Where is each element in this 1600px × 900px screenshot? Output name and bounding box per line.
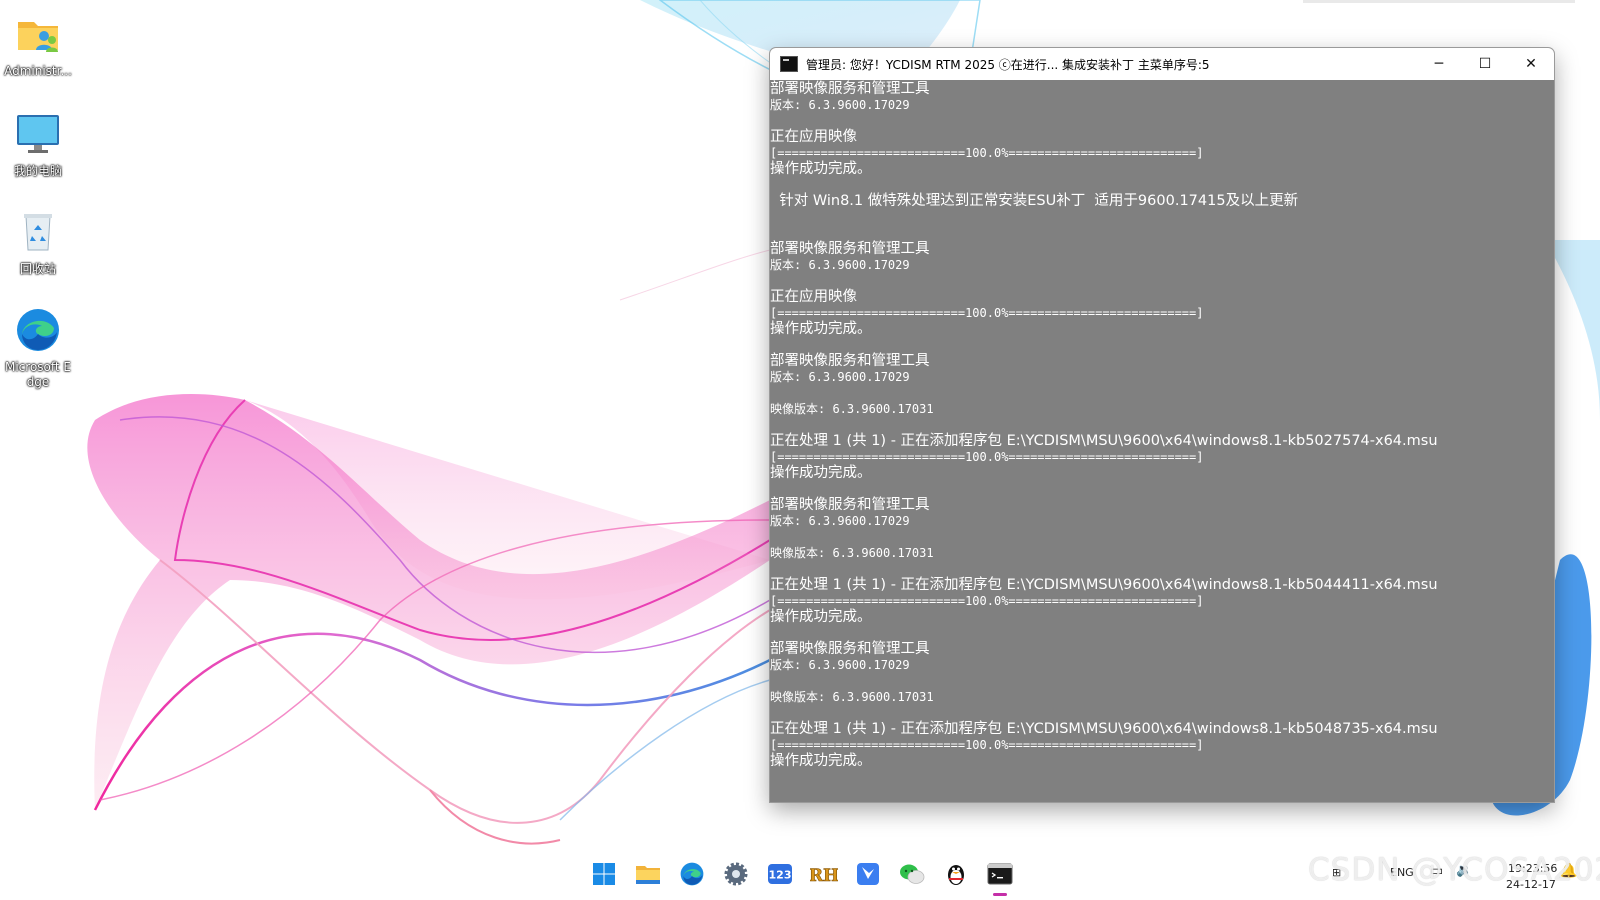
console-line: 版本: 6.3.9600.17029 — [770, 370, 910, 384]
background-window-edge — [1303, 0, 1575, 3]
monitor-icon — [17, 115, 59, 153]
console-line: 操作成功完成。 — [770, 753, 872, 769]
console-app-icon — [780, 56, 798, 72]
console-line: 部署映像服务和管理工具 — [770, 641, 930, 657]
desktop-icon-administrator[interactable]: Administr... — [4, 10, 72, 79]
user-folder-icon — [18, 22, 58, 52]
console-line: 正在处理 1 (共 1) - 正在添加程序包 E:\YCDISM\MSU\960… — [770, 433, 1438, 449]
maximize-button[interactable]: ☐ — [1462, 48, 1508, 80]
svg-text:RH: RH — [810, 866, 838, 886]
console-line: 版本: 6.3.9600.17029 — [770, 258, 910, 272]
console-line: 版本: 6.3.9600.17029 — [770, 514, 910, 528]
taskbar-terminal[interactable] — [984, 858, 1016, 896]
taskbar-rh-app[interactable]: RH — [808, 858, 840, 890]
console-line: 部署映像服务和管理工具 — [770, 81, 930, 97]
desktop-icon-my-computer[interactable]: 我的电脑 — [4, 110, 72, 179]
console-title-bar[interactable]: 管理员: 您好！YCDISM RTM 2025 ⓒ在进行... 集成安装补丁 主… — [770, 48, 1554, 80]
console-line: 版本: 6.3.9600.17029 — [770, 98, 910, 112]
desktop-icon-edge[interactable]: Microsoft Edge — [4, 306, 72, 390]
edge-browser-icon — [680, 862, 704, 886]
console-line: [==========================100.0%=======… — [770, 306, 1204, 320]
console-line: 映像版本: 6.3.9600.17031 — [770, 546, 934, 560]
console-line: 操作成功完成。 — [770, 609, 872, 625]
console-title: 管理员: 您好！YCDISM RTM 2025 ⓒ在进行... 集成安装补丁 主… — [806, 57, 1210, 72]
terminal-icon — [987, 863, 1013, 885]
taskbar-qq[interactable] — [940, 858, 972, 890]
taskbar-kite-app[interactable] — [852, 858, 884, 890]
console-line: 操作成功完成。 — [770, 161, 872, 177]
desktop-icon-label: 回收站 — [19, 262, 56, 276]
console-line: 正在应用映像 — [770, 129, 857, 145]
console-line: 操作成功完成。 — [770, 321, 872, 337]
console-line: [==========================100.0%=======… — [770, 146, 1204, 160]
desktop-icon-label: Microsoft Edge — [4, 360, 71, 389]
desktop-icon-recycle-bin[interactable]: 回收站 — [4, 208, 72, 277]
console-output[interactable]: 部署映像服务和管理工具 版本: 6.3.9600.17029 正在应用映像 [====… — [770, 81, 1554, 801]
recycle-bin-icon — [24, 214, 52, 251]
svg-text:123: 123 — [769, 869, 792, 882]
taskbar-file-explorer[interactable] — [632, 858, 664, 890]
console-line: 部署映像服务和管理工具 — [770, 353, 930, 369]
edge-browser-icon — [17, 309, 59, 351]
rh-app-icon: RH — [810, 866, 838, 886]
gear-icon — [724, 862, 748, 886]
console-line: 针对 Win8.1 做特殊处理达到正常安装ESU补丁 适用于9600.17415… — [770, 193, 1299, 209]
console-line: [==========================100.0%=======… — [770, 738, 1204, 752]
123-app-icon: 123 — [768, 864, 792, 884]
taskbar-edge[interactable] — [676, 858, 708, 890]
qq-penguin-icon — [948, 865, 964, 885]
console-line: 操作成功完成。 — [770, 465, 872, 481]
windows-logo-icon — [593, 863, 615, 885]
console-line: [==========================100.0%=======… — [770, 450, 1204, 464]
watermark-text: CSDN @YCOSA2025 — [1308, 852, 1600, 888]
start-button[interactable] — [588, 858, 620, 890]
wechat-icon — [900, 864, 925, 884]
taskbar-settings[interactable] — [720, 858, 752, 890]
console-line: 正在处理 1 (共 1) - 正在添加程序包 E:\YCDISM\MSU\960… — [770, 721, 1438, 737]
desktop-icon-label: 我的电脑 — [13, 164, 62, 178]
folder-icon — [636, 866, 660, 884]
console-line: [==========================100.0%=======… — [770, 594, 1204, 608]
console-line: 正在处理 1 (共 1) - 正在添加程序包 E:\YCDISM\MSU\960… — [770, 577, 1438, 593]
taskbar-123-app[interactable]: 123 — [764, 858, 796, 890]
console-line: 正在应用映像 — [770, 289, 857, 305]
console-line: 部署映像服务和管理工具 — [770, 497, 930, 513]
desktop-icon-label: Administr... — [4, 64, 72, 78]
console-line: 映像版本: 6.3.9600.17031 — [770, 402, 934, 416]
console-window[interactable]: 管理员: 您好！YCDISM RTM 2025 ⓒ在进行... 集成安装补丁 主… — [770, 48, 1554, 802]
taskbar-wechat[interactable] — [896, 858, 928, 890]
close-button[interactable]: ✕ — [1508, 48, 1554, 80]
console-line: 映像版本: 6.3.9600.17031 — [770, 690, 934, 704]
console-line: 版本: 6.3.9600.17029 — [770, 658, 910, 672]
console-line: 部署映像服务和管理工具 — [770, 241, 930, 257]
minimize-button[interactable]: ─ — [1416, 48, 1462, 80]
kite-app-icon — [857, 863, 879, 885]
